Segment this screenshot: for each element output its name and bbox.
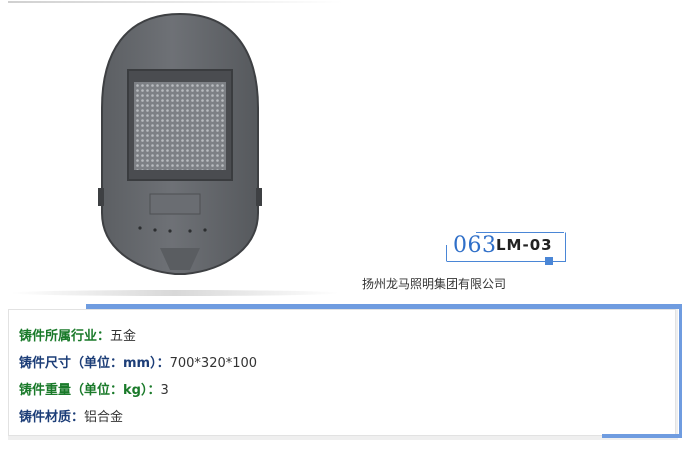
spec-panel-right-accent bbox=[679, 304, 682, 438]
spec-row-industry: 铸件所属行业：五金 bbox=[19, 325, 136, 344]
model-accent-square bbox=[545, 257, 553, 265]
model-name: LM-03 bbox=[496, 236, 553, 254]
spec-colon: ： bbox=[97, 329, 111, 344]
product-shadow bbox=[10, 290, 340, 296]
spec-value: 700*320*100 bbox=[169, 356, 258, 371]
spec-panel-top-accent bbox=[86, 304, 680, 309]
spec-colon: ： bbox=[156, 356, 170, 371]
spec-panel-bottom-accent bbox=[602, 434, 682, 438]
spec-row-size: 铸件尺寸（单位：mm）：700*320*100 bbox=[19, 352, 257, 371]
product-image bbox=[98, 12, 262, 275]
spec-value: 铝合金 bbox=[84, 410, 124, 425]
spec-row-material: 铸件材质：铝合金 bbox=[19, 406, 123, 425]
top-divider bbox=[8, 1, 343, 3]
spec-colon: ： bbox=[147, 383, 161, 398]
model-number: 063 bbox=[453, 233, 497, 258]
spec-row-weight: 铸件重量（单位：kg）：3 bbox=[19, 379, 169, 398]
spec-label: 铸件材质 bbox=[19, 410, 72, 425]
spec-value: 五金 bbox=[110, 329, 137, 344]
spec-label: 铸件所属行业 bbox=[19, 329, 98, 344]
spec-colon: ： bbox=[71, 410, 85, 425]
spec-label: 铸件尺寸（单位：mm） bbox=[19, 356, 157, 371]
company-name: 扬州龙马照明集团有限公司 bbox=[362, 277, 507, 291]
spec-value: 3 bbox=[160, 383, 169, 398]
spec-label: 铸件重量（单位：kg） bbox=[19, 383, 148, 398]
